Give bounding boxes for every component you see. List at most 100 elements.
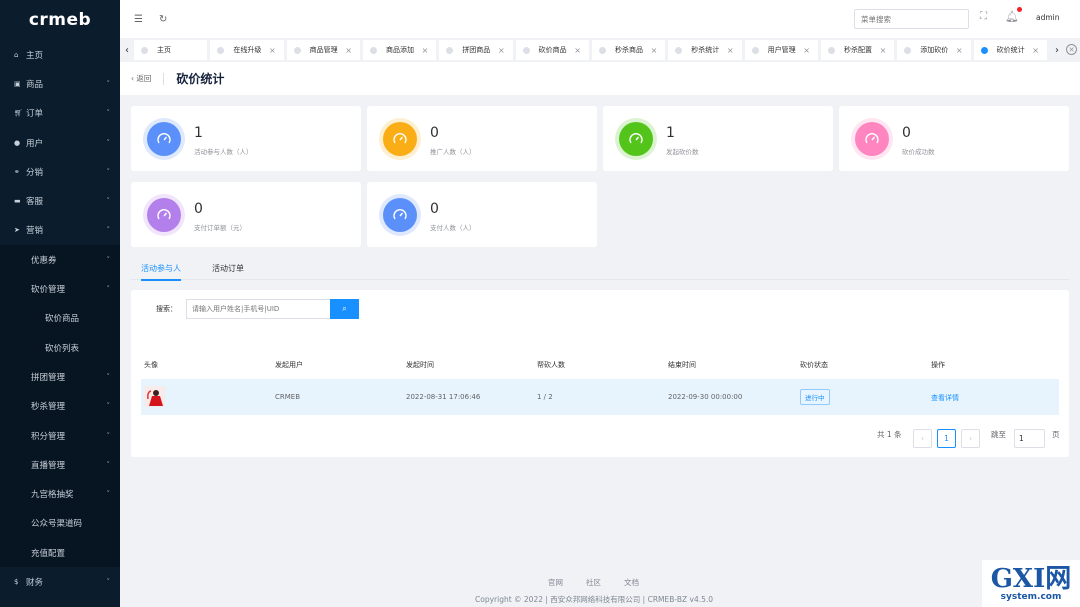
sidebar-item[interactable]: 砍价商品: [0, 303, 120, 333]
chevron-up-icon: ˄: [106, 226, 111, 235]
sidebar-item[interactable]: 砍价管理 ˄: [0, 274, 120, 304]
sidebar-item[interactable]: 优惠券 ˅: [0, 245, 120, 275]
tab-status-dot: [141, 46, 148, 54]
sidebar-item[interactable]: 直播管理 ˅: [0, 450, 120, 480]
page-tab[interactable]: 在线升级 ×: [210, 40, 284, 60]
close-icon[interactable]: ×: [956, 46, 963, 55]
close-icon[interactable]: ×: [880, 46, 887, 55]
search-button[interactable]: ⌕: [330, 299, 359, 319]
stat-card: 1 活动参与人数（人）: [131, 106, 361, 171]
sidebar-item[interactable]: 🛒︎ 订单 ˅: [0, 99, 120, 128]
page-tab[interactable]: 砍价统计 ×: [973, 40, 1047, 60]
refresh-icon[interactable]: ↻: [159, 14, 167, 25]
tab-label: 主页: [157, 46, 171, 54]
footer-link-official[interactable]: 官网: [548, 577, 563, 588]
cart-icon: 🛒︎: [14, 109, 23, 118]
sidebar-item[interactable]: ● 用户 ˅: [0, 128, 120, 157]
content-panel: 搜索： ⌕ 头像 发起用户 发起时间 帮砍人数 结束时间 砍价状态 操作 CRM…: [131, 290, 1069, 457]
back-button[interactable]: ‹ 返回: [131, 73, 151, 84]
sidebar-item-label: 商品: [26, 79, 44, 90]
sidebar-item-label: 充值配置: [31, 548, 66, 559]
tab-label: 商品添加: [385, 46, 414, 54]
sidebar-item-label: 优惠券: [31, 255, 57, 266]
goto-page-input[interactable]: [1014, 429, 1045, 448]
page-tab[interactable]: 用户管理 ×: [744, 40, 818, 60]
avatar[interactable]: [144, 386, 165, 407]
tabs-left-arrow-icon[interactable]: ‹: [120, 45, 134, 56]
view-details-link[interactable]: 查看详情: [931, 393, 959, 403]
fullscreen-icon[interactable]: ⛶: [980, 11, 987, 22]
sidebar-item[interactable]: 充值配置: [0, 538, 120, 568]
watermark-logo: GXI网 system.com: [982, 560, 1080, 607]
bell-icon[interactable]: 🔔︎: [1005, 10, 1019, 23]
notification-dot: [1017, 7, 1022, 12]
tab-status-dot: [446, 46, 454, 54]
stat-card: 0 推广人数（人）: [367, 106, 597, 171]
logo[interactable]: crmeb: [0, 0, 120, 40]
tab-status-dot: [675, 46, 683, 54]
tab-status-dot: [827, 46, 835, 54]
home-icon: ⌂: [14, 50, 19, 59]
footer-link-community[interactable]: 社区: [586, 577, 601, 588]
page-title: 砍价统计: [176, 72, 225, 86]
tabs-right-arrow-icon[interactable]: ›: [1050, 45, 1064, 56]
sidebar-item[interactable]: 秒杀管理 ˅: [0, 391, 120, 421]
user-name[interactable]: admin: [1036, 13, 1060, 22]
stat-card: 0 砍价成功数: [839, 106, 1069, 171]
col-helpers: 帮砍人数: [537, 361, 565, 369]
sidebar-item[interactable]: ⚭ 分销 ˅: [0, 157, 120, 186]
prev-page-button[interactable]: ‹: [913, 429, 932, 448]
close-icon[interactable]: ×: [422, 46, 429, 55]
stat-label: 支付订单额（元）: [194, 224, 246, 232]
money-icon: $: [14, 577, 19, 586]
close-icon[interactable]: ×: [1032, 46, 1039, 55]
page-tab[interactable]: 砍价商品 ×: [515, 40, 589, 60]
sidebar-item[interactable]: 积分管理 ˅: [0, 420, 120, 451]
sidebar-item[interactable]: $ 财务 ˅: [0, 567, 120, 596]
close-icon[interactable]: ×: [727, 46, 734, 55]
sidebar-item[interactable]: ▬ 客服 ˅: [0, 186, 120, 215]
page-tab[interactable]: 添加砍价 ×: [897, 40, 971, 60]
page-tab[interactable]: 秒杀统计 ×: [668, 40, 742, 60]
tab-orders[interactable]: 活动订单: [212, 263, 244, 279]
close-icon[interactable]: ×: [574, 46, 581, 55]
sidebar-item[interactable]: ▣ 商品 ˅: [0, 69, 120, 98]
page-tab[interactable]: 主页: [134, 40, 208, 60]
page-tab[interactable]: 秒杀配置 ×: [820, 40, 895, 60]
sidebar-item-label: 客服: [26, 197, 44, 208]
tab-participants[interactable]: 活动参与人: [141, 263, 181, 281]
sidebar-item-label: 九宫格抽奖: [31, 490, 74, 501]
sidebar: crmeb ⌂ 主页 ▣ 商品 ˅ 🛒︎ 订单 ˅ ● 用户 ˅ ⚭ 分销 ˅ ▬ 客服 ˅ ➤ 营销 ˄ 优惠券 ˅ 砍价…: [0, 0, 120, 607]
sidebar-item[interactable]: 拼团管理 ˅: [0, 362, 120, 392]
sidebar-item[interactable]: ➤ 营销 ˄: [0, 216, 120, 245]
sidebar-item[interactable]: 九宫格抽奖 ˅: [0, 479, 120, 509]
sidebar-item[interactable]: 砍价列表: [0, 332, 120, 363]
close-icon[interactable]: ×: [269, 46, 276, 55]
sidebar-item[interactable]: 公众号渠道码: [0, 508, 120, 539]
next-page-button[interactable]: ›: [961, 429, 980, 448]
tab-status-dot: [217, 46, 225, 54]
close-icon[interactable]: ×: [651, 46, 658, 55]
collapse-menu-icon[interactable]: ☰: [134, 14, 143, 25]
close-icon[interactable]: ×: [803, 46, 810, 55]
chevron-down-icon: ˅: [106, 490, 111, 499]
stat-value: 0: [430, 125, 439, 141]
page-tab[interactable]: 拼团商品 ×: [439, 40, 513, 60]
page-tab[interactable]: 秒杀商品 ×: [591, 40, 666, 60]
cell-user: CRMEB: [275, 393, 301, 401]
search-input[interactable]: [186, 299, 330, 319]
sidebar-item[interactable]: ⌂ 主页: [0, 40, 120, 69]
menu-search-input[interactable]: [854, 9, 969, 29]
chevron-down-icon: ˅: [106, 577, 111, 586]
sidebar-item-label: 订单: [26, 109, 44, 120]
page-tab[interactable]: 商品添加 ×: [362, 40, 437, 60]
cell-helpers: 1 / 2: [537, 393, 553, 401]
close-icon[interactable]: ×: [345, 46, 352, 55]
sidebar-item-label: 主页: [26, 50, 44, 61]
page-tab[interactable]: 商品管理 ×: [286, 40, 360, 60]
sidebar-item-label: 公众号渠道码: [31, 519, 83, 530]
footer-link-docs[interactable]: 文档: [624, 577, 639, 588]
close-icon[interactable]: ×: [498, 46, 505, 55]
close-all-tabs-icon[interactable]: ✕: [1066, 44, 1077, 55]
page-1-button[interactable]: 1: [937, 429, 956, 448]
